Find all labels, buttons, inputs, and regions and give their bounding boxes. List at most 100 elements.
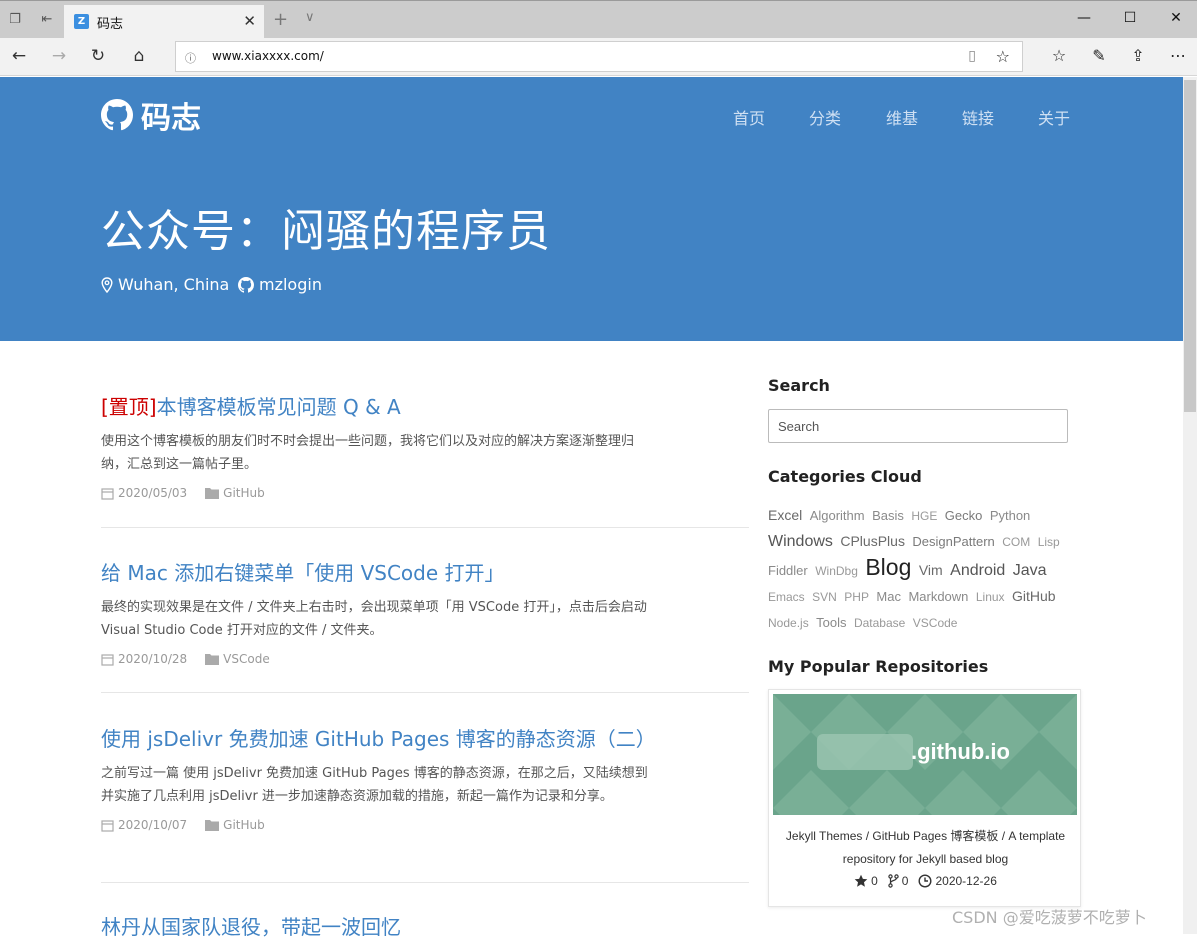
github-link[interactable]: mzlogin: [238, 275, 322, 294]
address-url[interactable]: www.xiaxxxx.com/: [212, 49, 324, 63]
browser-tab-bar: ❐ ⇤ Z 码志 ✕ + ∨ — ☐ ✕: [0, 0, 1197, 39]
post-item: [置顶]本博客模板常见问题 Q & A 使用这个博客模板的朋友们时不时会提出一些…: [101, 391, 749, 500]
github-username[interactable]: mzlogin: [259, 275, 322, 294]
set-aside-tabs-icon[interactable]: ⇤: [38, 11, 56, 29]
post-divider: [101, 882, 749, 883]
web-note-pen-icon[interactable]: ✎: [1088, 46, 1110, 65]
post-category[interactable]: GitHub: [205, 818, 265, 832]
category-tag[interactable]: Basis: [872, 508, 904, 523]
window-close-icon[interactable]: ✕: [1166, 10, 1186, 26]
post-item: 给 Mac 添加右键菜单「使用 VSCode 打开」 最终的实现效果是在文件 /…: [101, 557, 749, 666]
browser-tab[interactable]: Z 码志 ✕: [64, 5, 264, 39]
favorite-star-icon[interactable]: ☆: [996, 47, 1010, 66]
repo-updated-date: 2020-12-26: [935, 874, 997, 888]
post-excerpt: 使用这个博客模板的朋友们时不时会提出一些问题，我将它们以及对应的解决方案逐渐整理…: [101, 434, 635, 472]
post-title[interactable]: 林丹从国家队退役，带起一波回忆: [101, 915, 401, 939]
post-meta: 2020/10/07 GitHub: [101, 818, 749, 832]
minimize-icon[interactable]: —: [1074, 10, 1094, 26]
favorites-list-icon[interactable]: ☆: [1048, 46, 1070, 65]
nav-links[interactable]: 链接: [962, 105, 994, 129]
category-tag[interactable]: Markdown: [908, 589, 968, 604]
post-title[interactable]: 给 Mac 添加右键菜单「使用 VSCode 打开」: [101, 561, 505, 585]
category-tag[interactable]: Java: [1013, 562, 1047, 579]
folder-icon: [205, 820, 220, 831]
post-title[interactable]: 本博客模板常见问题 Q & A: [157, 395, 401, 419]
reading-view-icon[interactable]: ▯: [968, 48, 976, 64]
post-category-text[interactable]: VSCode: [223, 652, 270, 666]
maximize-icon[interactable]: ☐: [1120, 10, 1140, 26]
post-category-text[interactable]: GitHub: [223, 818, 265, 832]
category-tag[interactable]: Tools: [816, 615, 846, 630]
nav-home[interactable]: 首页: [733, 105, 765, 129]
category-tag[interactable]: DesignPattern: [912, 534, 994, 549]
repo-preview-image[interactable]: .github.io: [773, 694, 1077, 815]
post-title-link[interactable]: 给 Mac 添加右键菜单「使用 VSCode 打开」: [101, 557, 749, 586]
site-info-icon[interactable]: ⓘ: [185, 50, 196, 66]
category-tag[interactable]: COM: [1002, 535, 1030, 549]
post-meta: 2020/10/28 VSCode: [101, 652, 749, 666]
category-tag[interactable]: Algorithm: [810, 508, 865, 523]
new-tab-icon[interactable]: +: [273, 9, 288, 30]
tab-title: 码志: [97, 17, 124, 32]
post-category-text[interactable]: GitHub: [223, 486, 265, 500]
address-bar[interactable]: ⓘ www.xiaxxxx.com/ ▯ ☆: [175, 41, 1023, 72]
calendar-icon: [101, 653, 114, 666]
category-tag[interactable]: Android: [950, 562, 1005, 579]
nav-wiki[interactable]: 维基: [886, 105, 918, 129]
site-logo[interactable]: 码志: [101, 93, 201, 137]
post-title-link[interactable]: 林丹从国家队退役，带起一波回忆: [101, 911, 749, 940]
post-excerpt: 之前写过一篇 使用 jsDelivr 免费加速 GitHub Pages 博客的…: [101, 766, 648, 804]
tab-close-icon[interactable]: ✕: [243, 12, 256, 30]
post-meta: 2020/05/03 GitHub: [101, 486, 749, 500]
home-icon[interactable]: ⌂: [128, 46, 150, 66]
post-date-text: 2020/10/07: [118, 818, 188, 832]
post-title-link[interactable]: [置顶]本博客模板常见问题 Q & A: [101, 391, 749, 420]
category-tag[interactable]: HGE: [911, 509, 937, 523]
more-menu-icon[interactable]: ⋯: [1167, 46, 1189, 65]
github-icon: [238, 276, 254, 293]
category-tag[interactable]: Node.js: [768, 616, 809, 630]
category-tag[interactable]: Mac: [876, 589, 901, 604]
category-tag[interactable]: Linux: [976, 590, 1005, 604]
nav-categories[interactable]: 分类: [809, 105, 841, 129]
page-scrollbar-thumb[interactable]: [1184, 80, 1196, 412]
post-date: 2020/05/03: [101, 486, 187, 500]
categories-cloud: Excel Algorithm Basis HGE Gecko Python W…: [768, 503, 1088, 636]
post-title[interactable]: 使用 jsDelivr 免费加速 GitHub Pages 博客的静态资源（二）: [101, 727, 656, 751]
category-tag[interactable]: Database: [854, 616, 905, 630]
category-tag[interactable]: Python: [990, 508, 1030, 523]
post-category[interactable]: VSCode: [205, 652, 270, 666]
post-title-link[interactable]: 使用 jsDelivr 免费加速 GitHub Pages 博客的静态资源（二）: [101, 723, 749, 752]
category-tag[interactable]: Vim: [919, 562, 943, 578]
category-tag[interactable]: Emacs: [768, 590, 805, 604]
category-tag[interactable]: SVN: [812, 590, 837, 604]
category-tag[interactable]: CPlusPlus: [840, 533, 905, 549]
category-tag[interactable]: Gecko: [945, 508, 983, 523]
search-input[interactable]: [768, 409, 1068, 443]
category-tag[interactable]: Windows: [768, 533, 833, 550]
repo-forks: 0: [888, 874, 908, 888]
category-tag[interactable]: PHP: [844, 590, 869, 604]
post-divider: [101, 692, 749, 693]
category-tag[interactable]: VSCode: [913, 616, 958, 630]
category-tag[interactable]: GitHub: [1012, 588, 1056, 604]
tab-actions-icon[interactable]: ❐: [6, 11, 24, 29]
nav-about[interactable]: 关于: [1038, 105, 1070, 129]
category-tag[interactable]: Lisp: [1038, 535, 1060, 549]
tab-preview-chevron-icon[interactable]: ∨: [305, 10, 315, 25]
category-tag[interactable]: Excel: [768, 507, 802, 523]
folder-icon: [205, 488, 220, 499]
repo-card[interactable]: .github.io Jekyll Themes / GitHub Pages …: [768, 689, 1081, 907]
refresh-icon[interactable]: ↻: [87, 46, 109, 66]
category-tag[interactable]: Fiddler: [768, 563, 808, 578]
repo-description[interactable]: Jekyll Themes / GitHub Pages 博客模板 / A te…: [779, 825, 1072, 871]
category-tag[interactable]: Blog: [865, 554, 911, 580]
category-tag[interactable]: WinDbg: [815, 564, 858, 578]
post-category[interactable]: GitHub: [205, 486, 265, 500]
repo-stars-count: 0: [871, 874, 878, 888]
blurred-text: [817, 734, 913, 770]
share-icon[interactable]: ⇪: [1127, 46, 1149, 65]
forward-icon[interactable]: →: [48, 46, 70, 66]
browser-toolbar: ← → ↻ ⌂ ⓘ www.xiaxxxx.com/ ▯ ☆ ☆ ✎ ⇪ ⋯: [0, 38, 1197, 76]
back-icon[interactable]: ←: [8, 46, 30, 66]
